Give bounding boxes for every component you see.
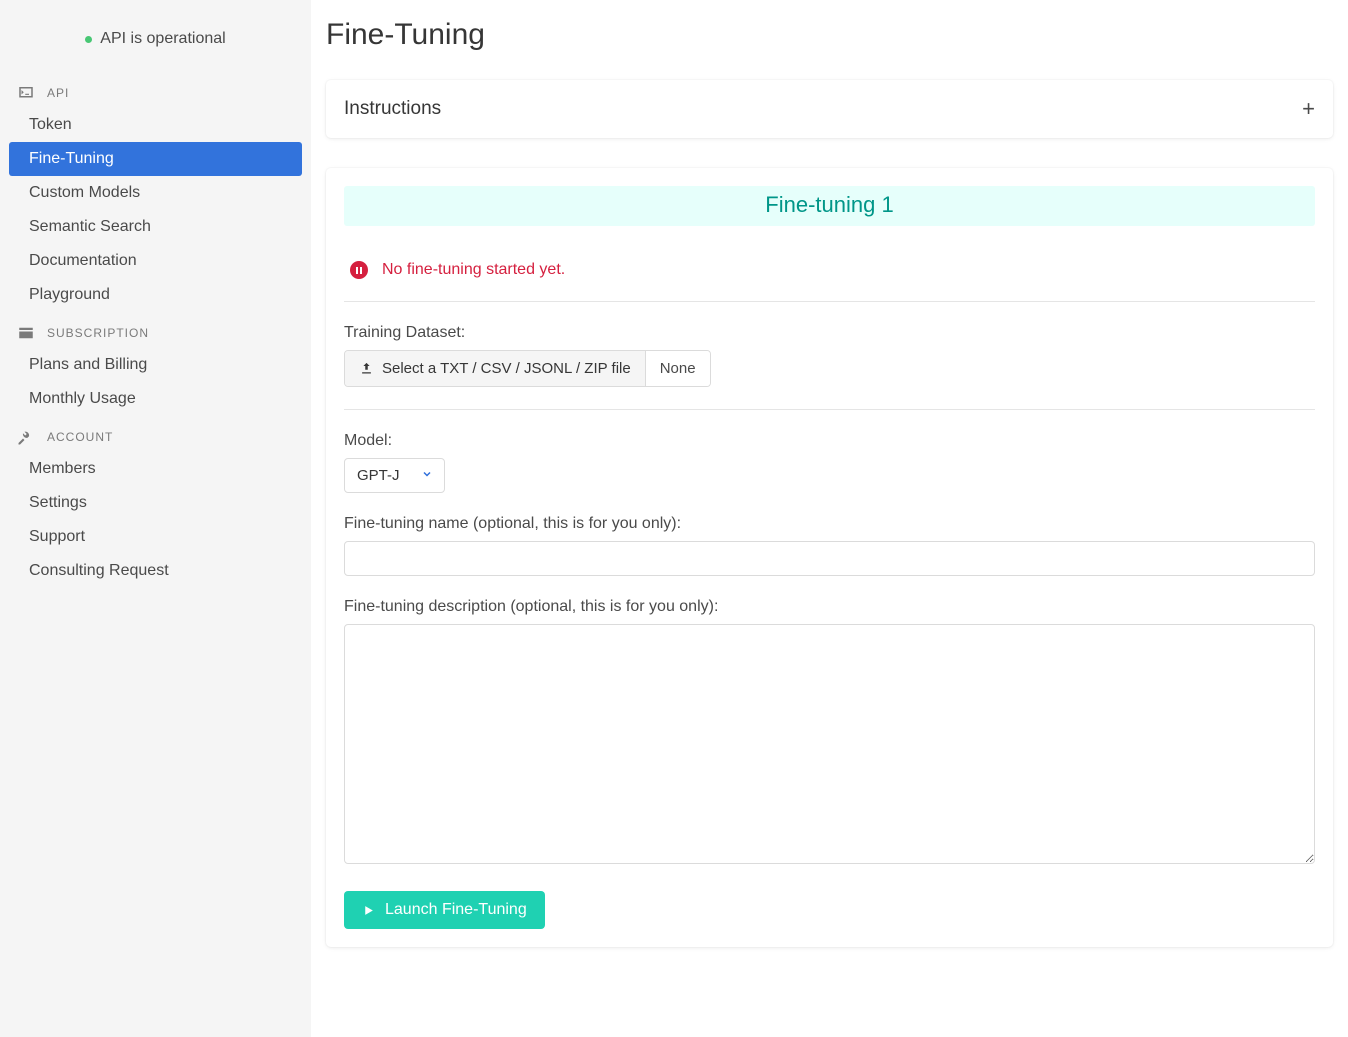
instructions-toggle[interactable]: Instructions + — [326, 80, 1333, 138]
sidebar: API is operational API TokenFine-TuningC… — [0, 0, 311, 1037]
api-status-text: API is operational — [100, 30, 225, 48]
model-label: Model: — [344, 432, 1315, 450]
section-label: ACCOUNT — [47, 430, 113, 444]
pause-icon — [350, 261, 368, 279]
ft-name-input[interactable] — [344, 541, 1315, 576]
fine-tuning-banner: Fine-tuning 1 — [344, 186, 1315, 226]
ft-name-label: Fine-tuning name (optional, this is for … — [344, 515, 1315, 533]
instructions-title: Instructions — [344, 98, 441, 120]
credit-card-icon — [17, 324, 35, 342]
launch-fine-tuning-button[interactable]: Launch Fine-Tuning — [344, 891, 545, 929]
ft-desc-textarea[interactable] — [344, 624, 1315, 864]
sidebar-item-plans-and-billing[interactable]: Plans and Billing — [9, 348, 302, 382]
sidebar-item-settings[interactable]: Settings — [9, 486, 302, 520]
sidebar-item-custom-models[interactable]: Custom Models — [9, 176, 302, 210]
upload-icon — [359, 361, 374, 376]
sidebar-item-monthly-usage[interactable]: Monthly Usage — [9, 382, 302, 416]
sidebar-item-support[interactable]: Support — [9, 520, 302, 554]
select-file-button-label: Select a TXT / CSV / JSONL / ZIP file — [382, 360, 631, 377]
sidebar-item-consulting-request[interactable]: Consulting Request — [9, 554, 302, 588]
select-file-button[interactable]: Select a TXT / CSV / JSONL / ZIP file — [345, 351, 646, 386]
ft-status-row: No fine-tuning started yet. — [344, 256, 1315, 301]
model-select-wrap: GPT-J — [344, 458, 445, 493]
sidebar-item-semantic-search[interactable]: Semantic Search — [9, 210, 302, 244]
ft-desc-label: Fine-tuning description (optional, this … — [344, 598, 1315, 616]
section-header-subscription: SUBSCRIPTION — [0, 318, 311, 348]
launch-button-label: Launch Fine-Tuning — [385, 901, 527, 919]
status-dot-icon — [85, 36, 92, 43]
section-label: SUBSCRIPTION — [47, 326, 149, 340]
sidebar-item-token[interactable]: Token — [9, 108, 302, 142]
page-title: Fine-Tuning — [326, 18, 1333, 52]
fine-tuning-card: Fine-tuning 1 No fine-tuning started yet… — [326, 168, 1333, 947]
sidebar-item-members[interactable]: Members — [9, 452, 302, 486]
sidebar-item-documentation[interactable]: Documentation — [9, 244, 302, 278]
sidebar-item-fine-tuning[interactable]: Fine-Tuning — [9, 142, 302, 176]
terminal-icon — [17, 84, 35, 102]
plus-icon: + — [1302, 96, 1315, 122]
ft-status-text: No fine-tuning started yet. — [382, 261, 565, 279]
selected-file-name: None — [646, 351, 710, 386]
section-header-account: ACCOUNT — [0, 422, 311, 452]
section-header-api: API — [0, 78, 311, 108]
api-status: API is operational — [0, 30, 311, 48]
tools-icon — [17, 428, 35, 446]
section-label: API — [47, 86, 69, 100]
training-dataset-label: Training Dataset: — [344, 324, 1315, 342]
instructions-card: Instructions + — [326, 80, 1333, 138]
file-selector: Select a TXT / CSV / JSONL / ZIP file No… — [344, 350, 711, 387]
main-content: Fine-Tuning Instructions + Fine-tuning 1… — [311, 0, 1348, 1037]
play-icon — [362, 904, 375, 917]
model-select[interactable]: GPT-J — [344, 458, 445, 493]
sidebar-item-playground[interactable]: Playground — [9, 278, 302, 312]
